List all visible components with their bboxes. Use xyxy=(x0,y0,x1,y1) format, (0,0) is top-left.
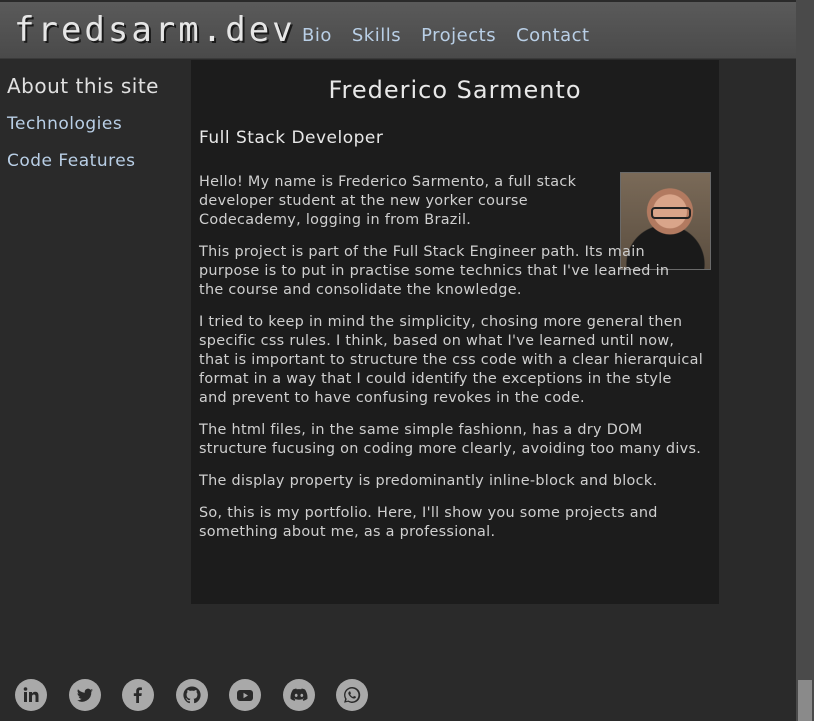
bio-paragraph: The display property is predominantly in… xyxy=(199,473,658,489)
whatsapp-icon[interactable] xyxy=(336,679,368,711)
nav-bio[interactable]: Bio xyxy=(302,25,332,46)
linkedin-icon[interactable] xyxy=(15,679,47,711)
scrollbar[interactable] xyxy=(796,0,814,721)
main-nav: Bio Skills Projects Contact xyxy=(302,25,610,46)
github-icon[interactable] xyxy=(175,679,208,711)
scrollbar-thumb[interactable] xyxy=(798,680,812,721)
page: fredsarm.dev Bio Skills Projects Contact… xyxy=(0,0,796,721)
bio-paragraph: This project is part of the Full Stack E… xyxy=(199,244,670,298)
discord-icon[interactable] xyxy=(282,679,315,711)
sidebar: About this site Technologies Code Featur… xyxy=(7,74,187,188)
social-links xyxy=(15,679,390,711)
page-subtitle: Full Stack Developer xyxy=(199,128,384,148)
bio-paragraph: The html files, in the same simple fashi… xyxy=(199,422,702,457)
site-logo[interactable]: fredsarm.dev xyxy=(14,10,296,50)
bio-paragraph: Hello! My name is Frederico Sarmento, a … xyxy=(199,174,577,228)
twitter-icon[interactable] xyxy=(68,679,101,711)
header-bar: fredsarm.dev Bio Skills Projects Contact xyxy=(0,2,796,59)
facebook-icon[interactable] xyxy=(122,679,154,711)
content-panel: Frederico Sarmento Full Stack Developer … xyxy=(191,60,719,604)
nav-contact[interactable]: Contact xyxy=(516,25,590,46)
sidebar-title: About this site xyxy=(7,74,159,98)
sidebar-item-code-features[interactable]: Code Features xyxy=(7,151,187,171)
youtube-icon[interactable] xyxy=(229,679,261,711)
bio-paragraph: I tried to keep in mind the simplicity, … xyxy=(199,314,704,406)
bio-text: Hello! My name is Frederico Sarmento, a … xyxy=(199,173,704,555)
page-title: Frederico Sarmento xyxy=(328,76,582,104)
bio-paragraph: So, this is my portfolio. Here, I'll sho… xyxy=(199,505,658,540)
nav-projects[interactable]: Projects xyxy=(421,25,496,46)
nav-skills[interactable]: Skills xyxy=(352,25,401,46)
sidebar-item-technologies[interactable]: Technologies xyxy=(7,114,187,134)
